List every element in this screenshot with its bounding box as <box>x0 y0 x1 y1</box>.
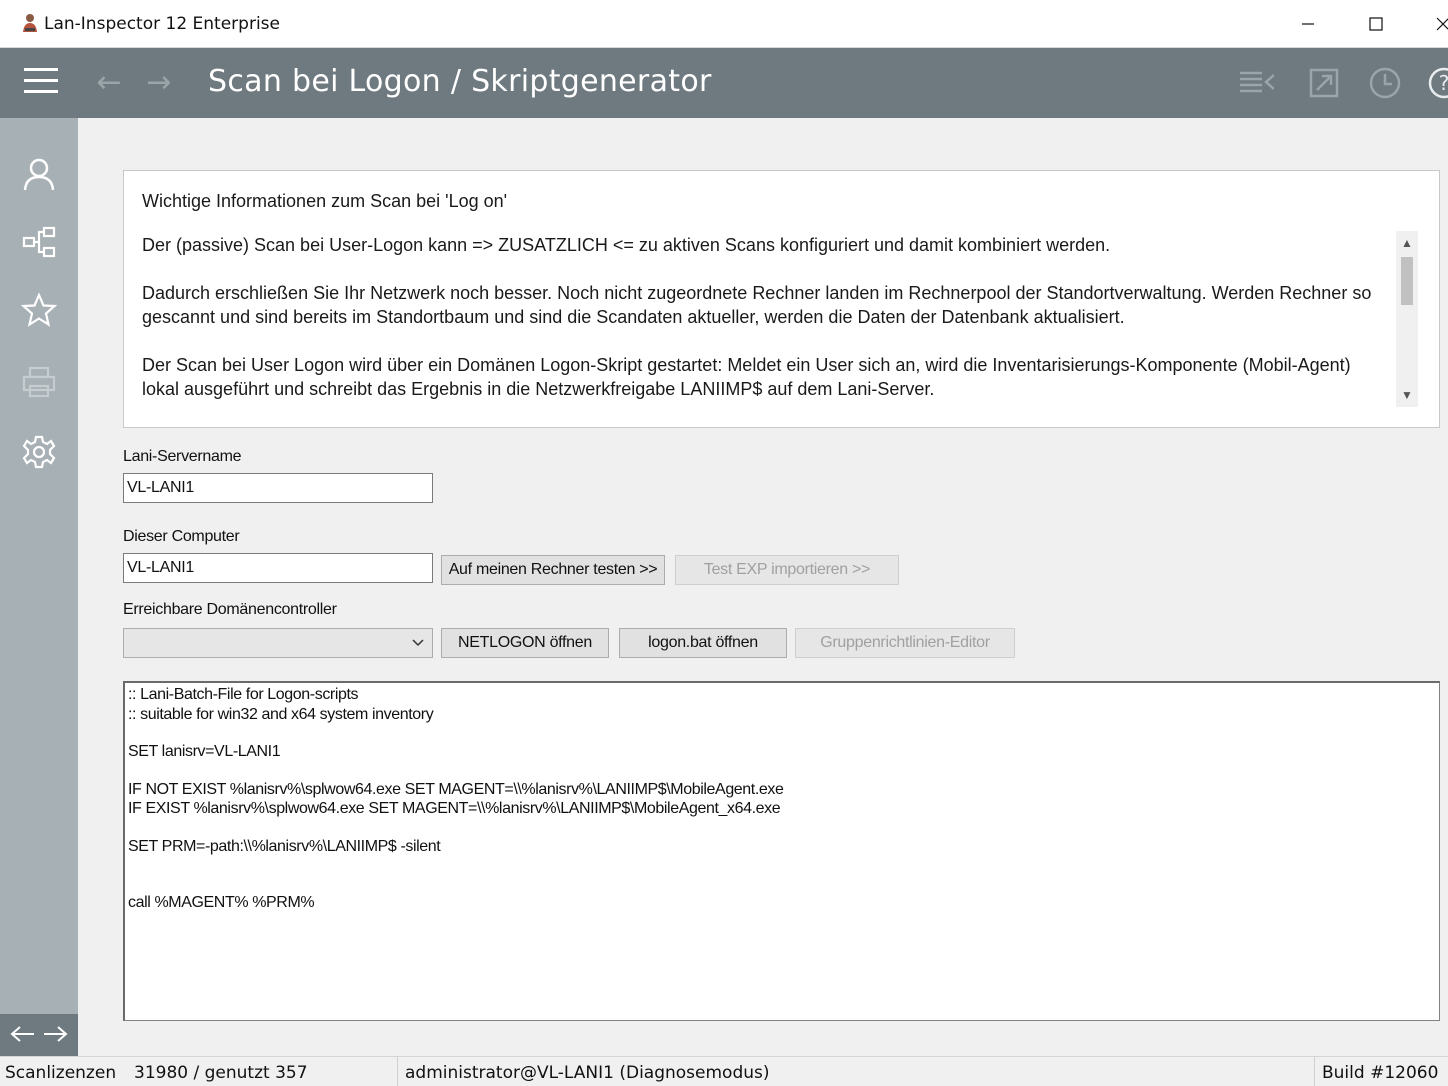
forward-arrow-icon[interactable]: → <box>142 66 176 100</box>
history-clock-icon[interactable] <box>1367 65 1403 101</box>
logon-script-editor[interactable]: :: Lani-Batch-File for Logon-scripts :: … <box>123 681 1440 1021</box>
status-separator <box>1314 1057 1315 1086</box>
main-content: Wichtige Informationen zum Scan bei 'Log… <box>78 118 1448 1056</box>
servername-label: Lani-Servername <box>123 448 242 465</box>
back-arrow-icon[interactable]: ← <box>92 66 126 100</box>
sidebar <box>0 118 78 1056</box>
window-titlebar: Lan-Inspector 12 Enterprise <box>0 0 1448 48</box>
printer-icon <box>22 366 56 398</box>
sidebar-toggle[interactable] <box>0 1014 78 1056</box>
info-scrollbar[interactable]: ▲ ▼ <box>1396 231 1418 407</box>
svg-text:?: ? <box>1439 71 1448 95</box>
app-icon <box>23 14 37 32</box>
scroll-up-icon[interactable]: ▲ <box>1396 233 1418 253</box>
network-tree-icon[interactable] <box>21 224 57 260</box>
scroll-down-icon[interactable]: ▼ <box>1396 385 1418 405</box>
open-logon-bat-button[interactable]: logon.bat öffnen <box>619 628 787 658</box>
open-netlogon-button[interactable]: NETLOGON öffnen <box>441 628 609 658</box>
status-bar: Scanlizenzen 31980 / genutzt 357 adminis… <box>0 1056 1448 1086</box>
test-on-my-computer-button[interactable]: Auf meinen Rechner testen >> <box>441 555 665 585</box>
close-icon <box>1436 17 1448 31</box>
status-separator <box>397 1057 398 1086</box>
info-title: Wichtige Informationen zum Scan bei 'Log… <box>142 191 508 211</box>
minimize-button[interactable] <box>1285 8 1331 40</box>
current-user: administrator@VL-LANI1 (Diagnosemodus) <box>405 1063 770 1083</box>
page-title: Scan bei Logon / Skriptgenerator <box>208 64 712 99</box>
maximize-button[interactable] <box>1353 8 1399 40</box>
gear-icon[interactable] <box>21 434 57 470</box>
app-header: ← → Scan bei Logon / Skriptgenerator ? <box>0 48 1448 118</box>
window-title: Lan-Inspector 12 Enterprise <box>44 14 280 34</box>
scan-licenses-label: Scanlizenzen <box>5 1063 117 1083</box>
script-line: :: suitable for win32 and x64 system inv… <box>128 706 434 723</box>
script-line: call %MAGENT% %PRM% <box>128 894 315 911</box>
domain-controller-label: Erreichbare Domänencontroller <box>123 601 337 618</box>
info-panel: Wichtige Informationen zum Scan bei 'Log… <box>123 170 1440 428</box>
star-icon[interactable] <box>21 292 57 328</box>
hamburger-icon[interactable] <box>24 68 58 96</box>
script-line: :: Lani-Batch-File for Logon-scripts <box>128 686 359 703</box>
computer-label: Dieser Computer <box>123 528 240 545</box>
computer-input[interactable] <box>123 553 433 583</box>
script-line: SET lanisrv=VL-LANI1 <box>128 743 281 760</box>
expand-collapse-arrows-icon <box>10 1026 68 1042</box>
build-number: Build #12060 <box>1322 1063 1439 1083</box>
export-icon[interactable] <box>1306 65 1342 101</box>
domain-controller-select[interactable] <box>123 628 433 658</box>
script-line: IF NOT EXIST %lanisrv%\splwow64.exe SET … <box>128 781 784 798</box>
script-line: SET PRM=-path:\\%lanisrv%\LANIIMP$ -sile… <box>128 838 441 855</box>
minimize-icon <box>1302 23 1314 25</box>
close-button[interactable] <box>1420 8 1448 40</box>
group-policy-editor-button: Gruppenrichtlinien-Editor <box>795 628 1015 658</box>
help-icon[interactable]: ? <box>1426 65 1448 101</box>
info-paragraph-3: Der Scan bei User Logon wird über ein Do… <box>142 355 1351 399</box>
script-line: IF EXIST %lanisrv%\splwow64.exe SET MAGE… <box>128 800 781 817</box>
scan-licenses-value: 31980 / genutzt 357 <box>134 1063 308 1083</box>
servername-input[interactable] <box>123 473 433 503</box>
info-paragraph-1: Der (passive) Scan bei User-Logon kann =… <box>142 235 1111 255</box>
import-test-exp-button: Test EXP importieren >> <box>675 555 899 585</box>
info-paragraph-2: Dadurch erschließen Sie Ihr Netzwerk noc… <box>142 283 1372 327</box>
list-view-icon[interactable] <box>1238 65 1274 101</box>
scroll-thumb[interactable] <box>1401 257 1413 305</box>
user-icon[interactable] <box>21 156 57 192</box>
maximize-icon <box>1369 17 1383 31</box>
chevron-down-icon <box>412 639 424 647</box>
